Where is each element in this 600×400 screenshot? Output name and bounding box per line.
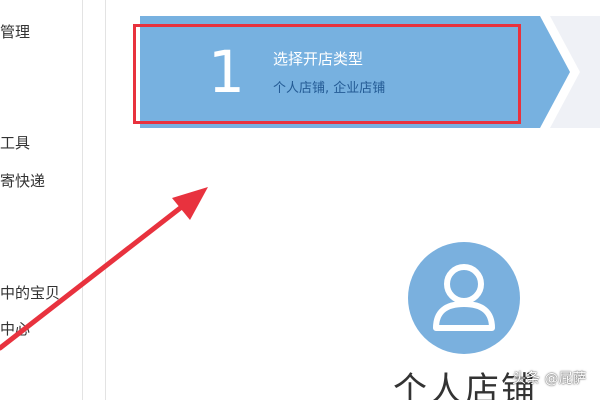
user-icon xyxy=(433,264,495,331)
watermark: 头条 @屁萨 xyxy=(512,371,587,387)
avatar[interactable] xyxy=(408,242,520,354)
screen: 管理 工具 寄快递 中的宝贝 中心 1 选择开店类型 个人店铺, 企业店铺 个人… xyxy=(0,0,600,400)
